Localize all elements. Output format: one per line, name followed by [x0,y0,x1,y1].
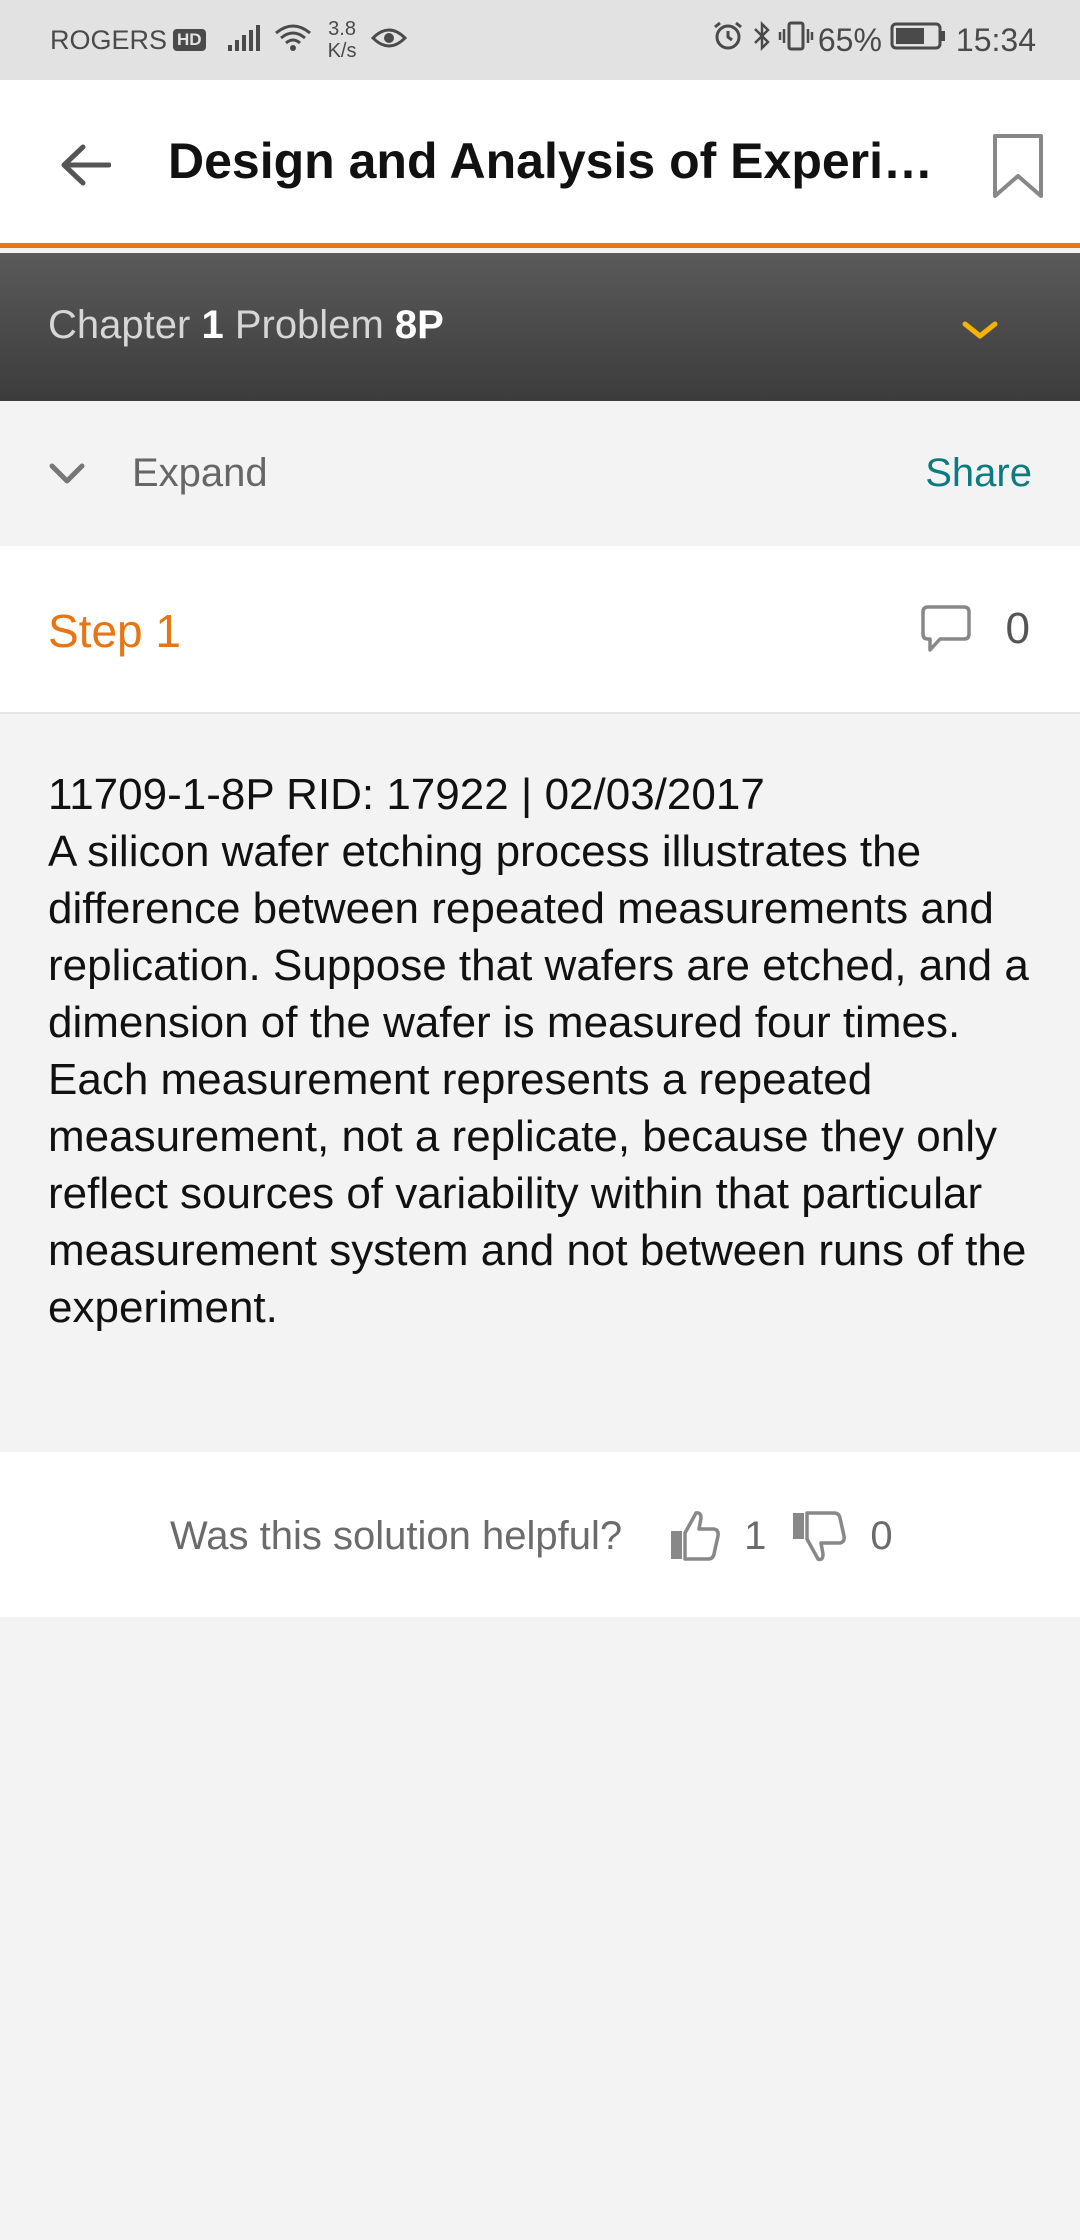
helpful-feedback: Was this solution helpful? 1 0 [0,1452,1080,1617]
status-bar-right: 65% 15:34 [712,0,1036,80]
thumbs-down-button[interactable]: 0 [790,1507,893,1565]
clock-time: 15:34 [955,21,1036,58]
expand-label: Expand [132,451,268,495]
alarm-icon [712,20,744,60]
comment-count: 0 [1005,604,1030,653]
thumbs-up-button[interactable]: 1 [668,1509,766,1563]
battery-icon [890,21,946,59]
share-button[interactable]: Share [925,451,1032,496]
battery-percent: 65% [817,21,882,58]
chevron-down-icon [962,321,998,339]
step-body-line: 11709-1-8P RID: 17922 | 02/03/2017 [48,770,765,819]
chapter-dropdown-button[interactable] [950,305,1010,355]
thumbs-up-icon [671,1511,720,1561]
hd-badge: HD [173,29,206,51]
problem-label: Problem [234,303,384,347]
signal-icon [227,24,262,56]
back-button[interactable] [50,130,120,200]
chapter-selector[interactable]: Chapter 1 Problem 8P [0,253,1080,401]
network-speed: 3.8 K/s [328,18,357,62]
helpful-question: Was this solution helpful? [170,1513,623,1558]
network-speed-unit: K/s [327,40,357,62]
page-title: Design and Analysis of Experiments [168,133,948,189]
status-bar: ROGERS HD 3.8 K/s 65% 15:34 [0,0,1080,80]
helpful-inner: Was this solution helpful? 1 0 [170,1506,893,1566]
eye-icon [370,26,407,55]
back-arrow-icon [61,144,111,186]
step-body-paragraph: A silicon wafer etching process illustra… [48,827,1029,1047]
wifi-icon [274,23,312,58]
bookmark-button[interactable] [990,132,1050,204]
problem-number: 8P [394,303,444,347]
carrier-name: ROGERS [50,24,168,55]
action-row: Expand Share [0,401,1080,546]
step-header: Step 1 0 [0,546,1080,714]
step-title: Step 1 [48,605,181,657]
thumbs-down-count: 0 [870,1513,893,1558]
network-speed-value: 3.8 [328,18,356,40]
bookmark-icon [993,134,1043,198]
thumbs-up-count: 1 [744,1513,767,1558]
comment-icon [920,605,971,652]
step-body-paragraph: Each measurement represents a repeated m… [48,1055,1027,1332]
comments-button[interactable]: 0 [920,604,1030,654]
expand-toggle[interactable]: Expand [48,441,268,506]
vibrate-icon [778,20,814,60]
chapter-problem-label: Chapter 1 Problem 8P [48,303,444,348]
chapter-number: 1 [201,303,224,347]
chevron-down-icon [49,463,85,483]
step-content: 11709-1-8P RID: 17922 | 02/03/2017 A sil… [0,716,1080,1446]
thumbs-down-icon [793,1511,847,1562]
bluetooth-icon [752,20,772,60]
step-body: 11709-1-8P RID: 17922 | 02/03/2017 A sil… [48,766,1038,1336]
app-bar: Design and Analysis of Experiments [0,80,1080,248]
chapter-label: Chapter [48,303,191,347]
status-bar-left: ROGERS HD 3.8 K/s [50,0,407,80]
